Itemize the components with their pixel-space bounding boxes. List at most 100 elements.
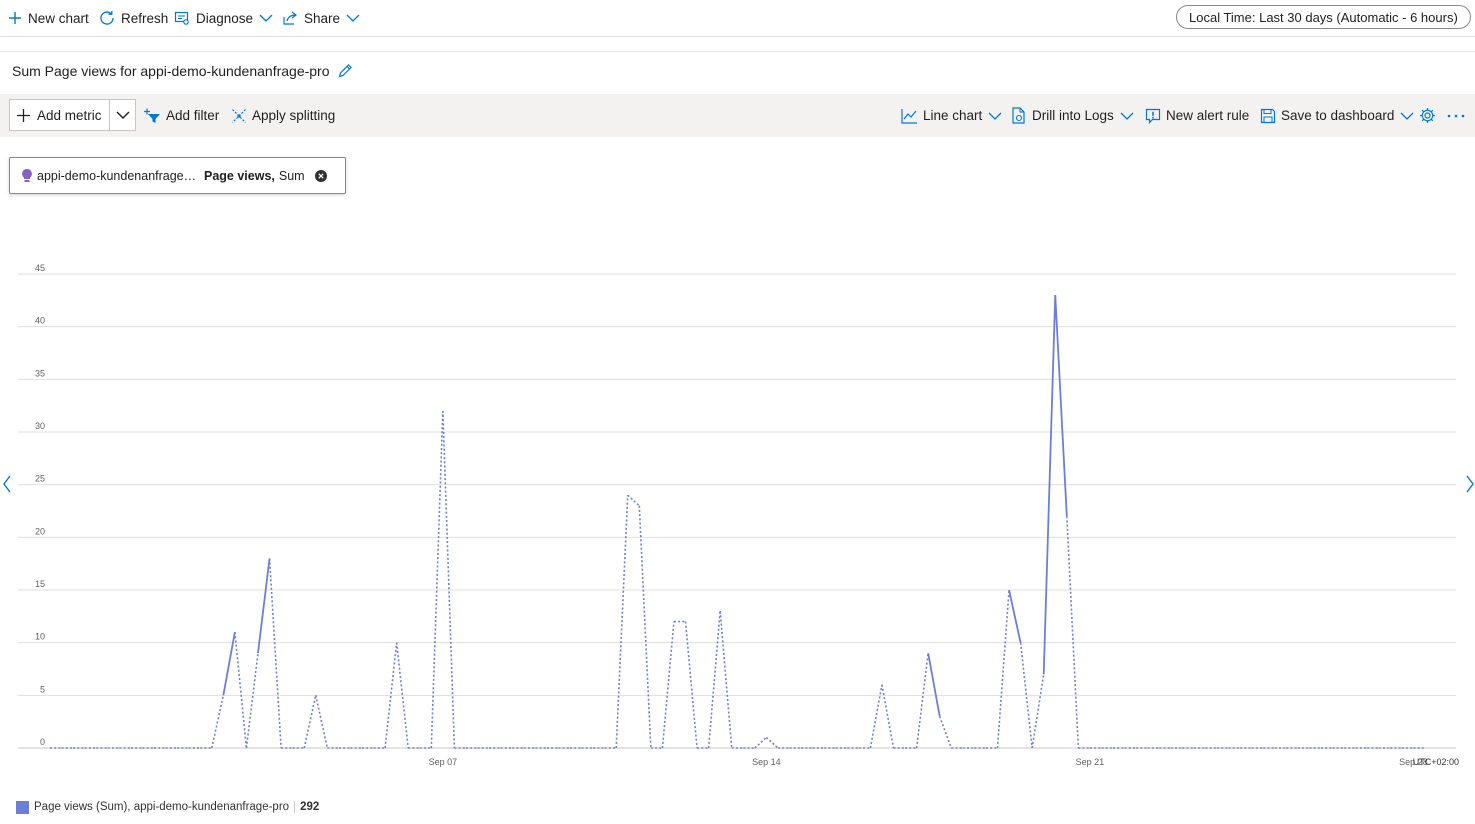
line-chart-button[interactable]: Line chart	[901, 94, 1002, 137]
y-tick-label: 40	[35, 316, 45, 326]
time-range-picker[interactable]: Local Time: Last 30 days (Automatic - 6 …	[1176, 5, 1471, 29]
new-chart-button[interactable]: New chart	[8, 0, 89, 36]
metric-pill[interactable]: appi-demo-kundenanfrage-pro Page views, …	[9, 157, 346, 194]
series-segment-dotted	[245, 653, 259, 749]
diagnose-label: Diagnose	[196, 10, 254, 26]
series-segment-dotted	[996, 589, 1010, 749]
apply-splitting-label: Apply splitting	[252, 108, 336, 123]
app-insights-icon	[22, 168, 32, 182]
logs-icon	[1012, 107, 1025, 124]
series-segment-dotted	[915, 653, 929, 749]
line-chart-label: Line chart	[923, 108, 983, 123]
drill-into-logs-label: Drill into Logs	[1032, 108, 1114, 123]
plus-icon	[17, 108, 30, 122]
gear-icon	[1420, 108, 1435, 123]
metric-pill-aggregation: Sum	[278, 168, 305, 183]
legend-series-name: Page views (Sum), appi-demo-kundenanfrag…	[34, 801, 290, 813]
y-tick-label: 0	[40, 737, 45, 747]
chevron-down-icon	[988, 112, 1002, 120]
y-tick-label: 25	[35, 474, 45, 484]
plus-icon	[9, 12, 21, 24]
series-segment-solid	[222, 631, 236, 696]
series-segment-dotted	[684, 621, 698, 749]
series-segment-dotted	[430, 410, 444, 749]
line-chart-icon	[901, 108, 917, 124]
series-segment-dotted	[627, 494, 640, 507]
chart-toolbar: Add metric Add filter Apply splitting Li…	[0, 94, 1475, 137]
drill-into-logs-button[interactable]: Drill into Logs	[1011, 94, 1134, 137]
series-segment-dotted	[314, 695, 329, 749]
y-tick-label: 30	[35, 421, 45, 431]
series-segment-dotted	[615, 495, 629, 749]
refresh-icon	[100, 11, 114, 25]
series-segment-dotted	[754, 736, 767, 749]
timezone-label: UTC+02:00	[1413, 757, 1459, 767]
chart-title: Sum Page views for appi-demo-kundenanfra…	[12, 63, 330, 79]
metric-pill-resource: appi-demo-kundenanfrage-pro	[37, 168, 197, 183]
command-bar: New chart Refresh Diagnose Share Local T…	[0, 0, 1475, 37]
new-alert-rule-button[interactable]: New alert rule	[1145, 94, 1249, 137]
series-segment-solid	[927, 653, 941, 717]
share-label: Share	[304, 10, 341, 26]
line-chart: 051015202530354045Sep 07 Sep 14 Sep 21 Sep …	[18, 263, 1459, 767]
series-segment-dotted	[765, 736, 779, 749]
filter-icon	[144, 108, 160, 123]
series-segment-solid	[1054, 295, 1068, 517]
apply-splitting-button[interactable]: Apply splitting	[231, 94, 335, 137]
remove-metric-button[interactable]	[314, 169, 327, 182]
chevron-down-icon	[346, 14, 360, 22]
y-tick-label: 35	[35, 368, 45, 378]
add-filter-button[interactable]: Add filter	[143, 94, 219, 137]
chevron-down-icon	[259, 14, 273, 22]
series-segment-solid	[257, 558, 271, 654]
share-button[interactable]: Share	[282, 0, 366, 36]
close-circle-icon	[314, 169, 327, 182]
diagnose-button[interactable]: Diagnose	[174, 0, 279, 36]
chevron-down-icon	[1400, 112, 1414, 120]
settings-button[interactable]	[1419, 94, 1436, 137]
save-icon	[1260, 108, 1276, 123]
series-segment-solid	[1008, 589, 1022, 643]
divider	[0, 51, 1475, 52]
x-tick-label: Sep 21	[1076, 757, 1105, 767]
y-tick-label: 10	[35, 632, 45, 642]
series-segment-dotted	[638, 505, 652, 749]
series-segment-dotted	[1066, 516, 1080, 749]
y-tick-label: 5	[40, 684, 45, 694]
more-options-button[interactable]	[1447, 94, 1465, 137]
series-segment-dotted	[1031, 674, 1045, 749]
x-tick-label: Sep 07	[429, 757, 458, 767]
series-segment-dotted	[661, 621, 675, 749]
splitting-icon	[232, 108, 246, 123]
series-segment-dotted	[881, 684, 895, 749]
chart-title-row: Sum Page views for appi-demo-kundenanfra…	[12, 60, 353, 82]
add-metric-dropdown[interactable]	[110, 100, 135, 130]
chevron-down-icon	[1120, 112, 1134, 120]
add-metric-button[interactable]: Add metric	[10, 100, 110, 130]
new-alert-rule-label: New alert rule	[1166, 108, 1250, 123]
series-segment-dotted	[303, 695, 317, 749]
edit-pencil-icon[interactable]	[337, 63, 353, 79]
add-filter-label: Add filter	[166, 108, 220, 123]
save-to-dashboard-button[interactable]: Save to dashboard	[1260, 94, 1414, 137]
legend-swatch	[16, 800, 29, 814]
chart-legend[interactable]: Page views (Sum), appi-demo-kundenanfrag…	[16, 799, 319, 815]
refresh-button[interactable]: Refresh	[99, 0, 168, 36]
new-chart-label: New chart	[28, 10, 89, 26]
refresh-label: Refresh	[121, 10, 169, 26]
y-tick-label: 45	[35, 263, 45, 273]
y-tick-label: 15	[35, 579, 45, 589]
save-to-dashboard-label: Save to dashboard	[1281, 108, 1395, 123]
series-segment-dotted	[268, 558, 282, 749]
x-tick-label: Sep 14	[752, 757, 781, 767]
alert-icon	[1145, 108, 1161, 124]
series-segment-dotted	[707, 610, 721, 749]
series-segment-dotted	[869, 684, 883, 749]
diagnose-icon	[174, 11, 189, 25]
series-segment-dotted	[442, 410, 456, 749]
legend-separator	[294, 801, 296, 813]
share-icon	[283, 11, 297, 25]
series-segment-dotted	[234, 632, 248, 749]
chevron-down-icon	[116, 111, 129, 119]
series-segment-dotted	[210, 695, 225, 749]
